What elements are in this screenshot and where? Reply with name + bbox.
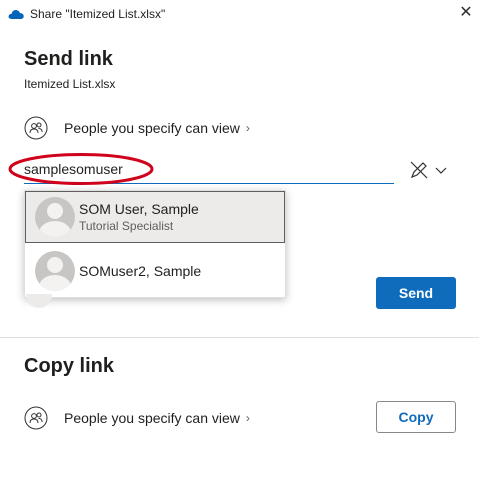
suggestion-item[interactable]: SOMuser2, Sample (25, 245, 285, 297)
avatar (35, 197, 75, 237)
file-name: Itemized List.xlsx (24, 77, 116, 91)
avatar (35, 251, 75, 291)
suggestion-name: SOM User, Sample (79, 201, 199, 217)
permission-label: People you specify can view (64, 120, 240, 136)
send-button[interactable]: Send (376, 277, 456, 309)
chevron-right-icon: › (245, 411, 250, 425)
highlight-ellipse (8, 153, 154, 185)
people-settings-icon (24, 406, 48, 430)
permission-label: People you specify can view (64, 410, 240, 426)
pen-slash-icon (410, 161, 447, 179)
chevron-right-icon: › (245, 121, 250, 135)
partially-hidden-avatar (26, 294, 52, 308)
onedrive-cloud-icon (8, 10, 24, 19)
chevron-down-icon (435, 167, 447, 174)
window-title: Share "Itemized List.xlsx" (30, 7, 166, 21)
suggestion-item[interactable]: SOM User, Sample Tutorial Specialist (25, 191, 285, 243)
suggestion-role: Tutorial Specialist (79, 219, 174, 233)
copy-button[interactable]: Copy (376, 401, 456, 433)
send-link-permission-setting[interactable]: People you specify can view › (24, 115, 250, 141)
suggestion-name: SOMuser2, Sample (79, 263, 202, 279)
section-divider (0, 337, 479, 338)
permission-pen-button[interactable] (408, 158, 450, 182)
people-suggestions-dropdown: SOM User, Sample Tutorial Specialist SOM… (24, 190, 286, 298)
people-settings-icon (24, 116, 48, 140)
close-icon[interactable]: ✕ (457, 4, 475, 22)
copy-link-permission-setting[interactable]: People you specify can view › (24, 405, 250, 431)
copy-link-heading: Copy link (24, 355, 115, 377)
send-link-heading: Send link (24, 48, 113, 70)
